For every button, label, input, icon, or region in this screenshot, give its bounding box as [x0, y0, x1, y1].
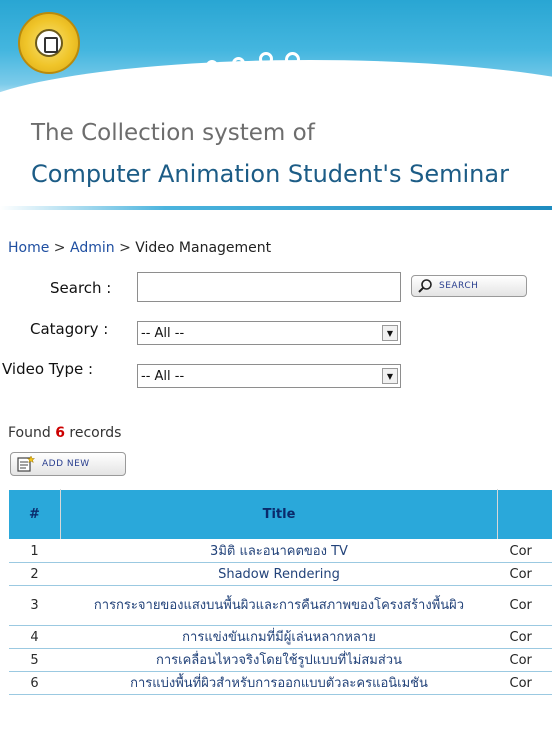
column-header-title[interactable]: Title [60, 489, 498, 540]
breadcrumb: Home > Admin > Video Management [8, 240, 271, 256]
table-row[interactable]: 4 การแข่งขันเกมที่มีผู้เล่นหลากหลาย Cor [8, 625, 552, 649]
records-found: Found 6 records [8, 425, 121, 441]
table-row[interactable]: 5 การเคลื่อนไหวจริงโดยใช้รูปแบบที่ไม่สมส… [8, 648, 552, 672]
banner-swoosh [0, 60, 552, 112]
dropdown-arrow-icon: ▼ [382, 368, 398, 384]
university-logo [18, 12, 80, 74]
found-suffix: records [69, 425, 122, 441]
row-title[interactable]: การเคลื่อนไหวจริงโดยใช้รูปแบบที่ไม่สมส่ว… [60, 648, 498, 672]
row-title[interactable]: การแข่งขันเกมที่มีผู้เล่นหลากหลาย [60, 625, 498, 649]
column-header-3 [497, 489, 552, 540]
add-new-button[interactable]: ADD NEW [10, 452, 126, 476]
found-prefix: Found [8, 425, 51, 441]
row-number: 3 [8, 585, 61, 626]
site-title-line2: Computer Animation Student's Seminar [31, 160, 509, 188]
row-title[interactable]: 3มิติ และอนาคตของ TV [60, 539, 498, 563]
table-header-row: # Title [8, 489, 552, 540]
row-number: 2 [8, 562, 61, 586]
header-banner [0, 0, 552, 112]
search-button-label: SEARCH [439, 281, 479, 291]
decor-dot-8 [285, 52, 300, 67]
category-select[interactable]: -- All -- ▼ [137, 321, 401, 345]
decor-dot-5 [206, 60, 218, 72]
table-row[interactable]: 6 การแบ่งพื้นที่ผิวสำหรับการออกแบบตัวละค… [8, 671, 552, 695]
breadcrumb-separator: > [119, 240, 131, 256]
row-category: Cor [497, 671, 552, 695]
row-category: Cor [497, 562, 552, 586]
search-input[interactable] [137, 272, 401, 302]
breadcrumb-admin-link[interactable]: Admin [70, 240, 115, 256]
decor-dot-2 [136, 84, 145, 93]
decor-dot-6 [232, 57, 245, 70]
header-divider [0, 206, 552, 210]
search-label: Search : [50, 279, 112, 297]
table-row[interactable]: 3 การกระจายของแสงบนพื้นผิวและการคืนสภาพข… [8, 585, 552, 626]
site-title-line1: The Collection system of [31, 120, 315, 146]
decor-dot-1 [114, 91, 122, 99]
row-number: 4 [8, 625, 61, 649]
magnifier-icon [418, 279, 432, 293]
decor-dot-4 [182, 66, 193, 77]
row-title[interactable]: Shadow Rendering [60, 562, 498, 586]
decor-dot-7 [259, 52, 273, 66]
table-row[interactable]: 1 3มิติ และอนาคตของ TV Cor [8, 539, 552, 563]
video-type-label: Video Type : [2, 360, 94, 378]
row-number: 1 [8, 539, 61, 563]
row-category: Cor [497, 648, 552, 672]
table-row[interactable]: 2 Shadow Rendering Cor [8, 562, 552, 586]
search-button[interactable]: SEARCH [411, 275, 527, 297]
row-title[interactable]: การแบ่งพื้นที่ผิวสำหรับการออกแบบตัวละครแ… [60, 671, 498, 695]
category-selected: -- All -- [141, 325, 185, 341]
row-number: 6 [8, 671, 61, 695]
video-type-selected: -- All -- [141, 368, 185, 384]
add-document-icon [17, 455, 36, 472]
add-new-label: ADD NEW [42, 459, 90, 469]
column-header-number[interactable]: # [8, 489, 61, 540]
row-category: Cor [497, 585, 552, 626]
breadcrumb-separator: > [53, 240, 66, 256]
video-table: # Title 1 3มิติ และอนาคตของ TV Cor 2 Sha… [8, 489, 552, 695]
row-category: Cor [497, 539, 552, 563]
row-number: 5 [8, 648, 61, 672]
video-type-select[interactable]: -- All -- ▼ [137, 364, 401, 388]
found-count: 6 [55, 425, 65, 441]
category-label: Catagory : [30, 320, 109, 338]
dropdown-arrow-icon: ▼ [382, 325, 398, 341]
breadcrumb-current: Video Management [135, 240, 272, 256]
decor-dot-3 [158, 75, 168, 85]
breadcrumb-home-link[interactable]: Home [8, 240, 49, 256]
row-category: Cor [497, 625, 552, 649]
row-title[interactable]: การกระจายของแสงบนพื้นผิวและการคืนสภาพของ… [60, 585, 498, 626]
